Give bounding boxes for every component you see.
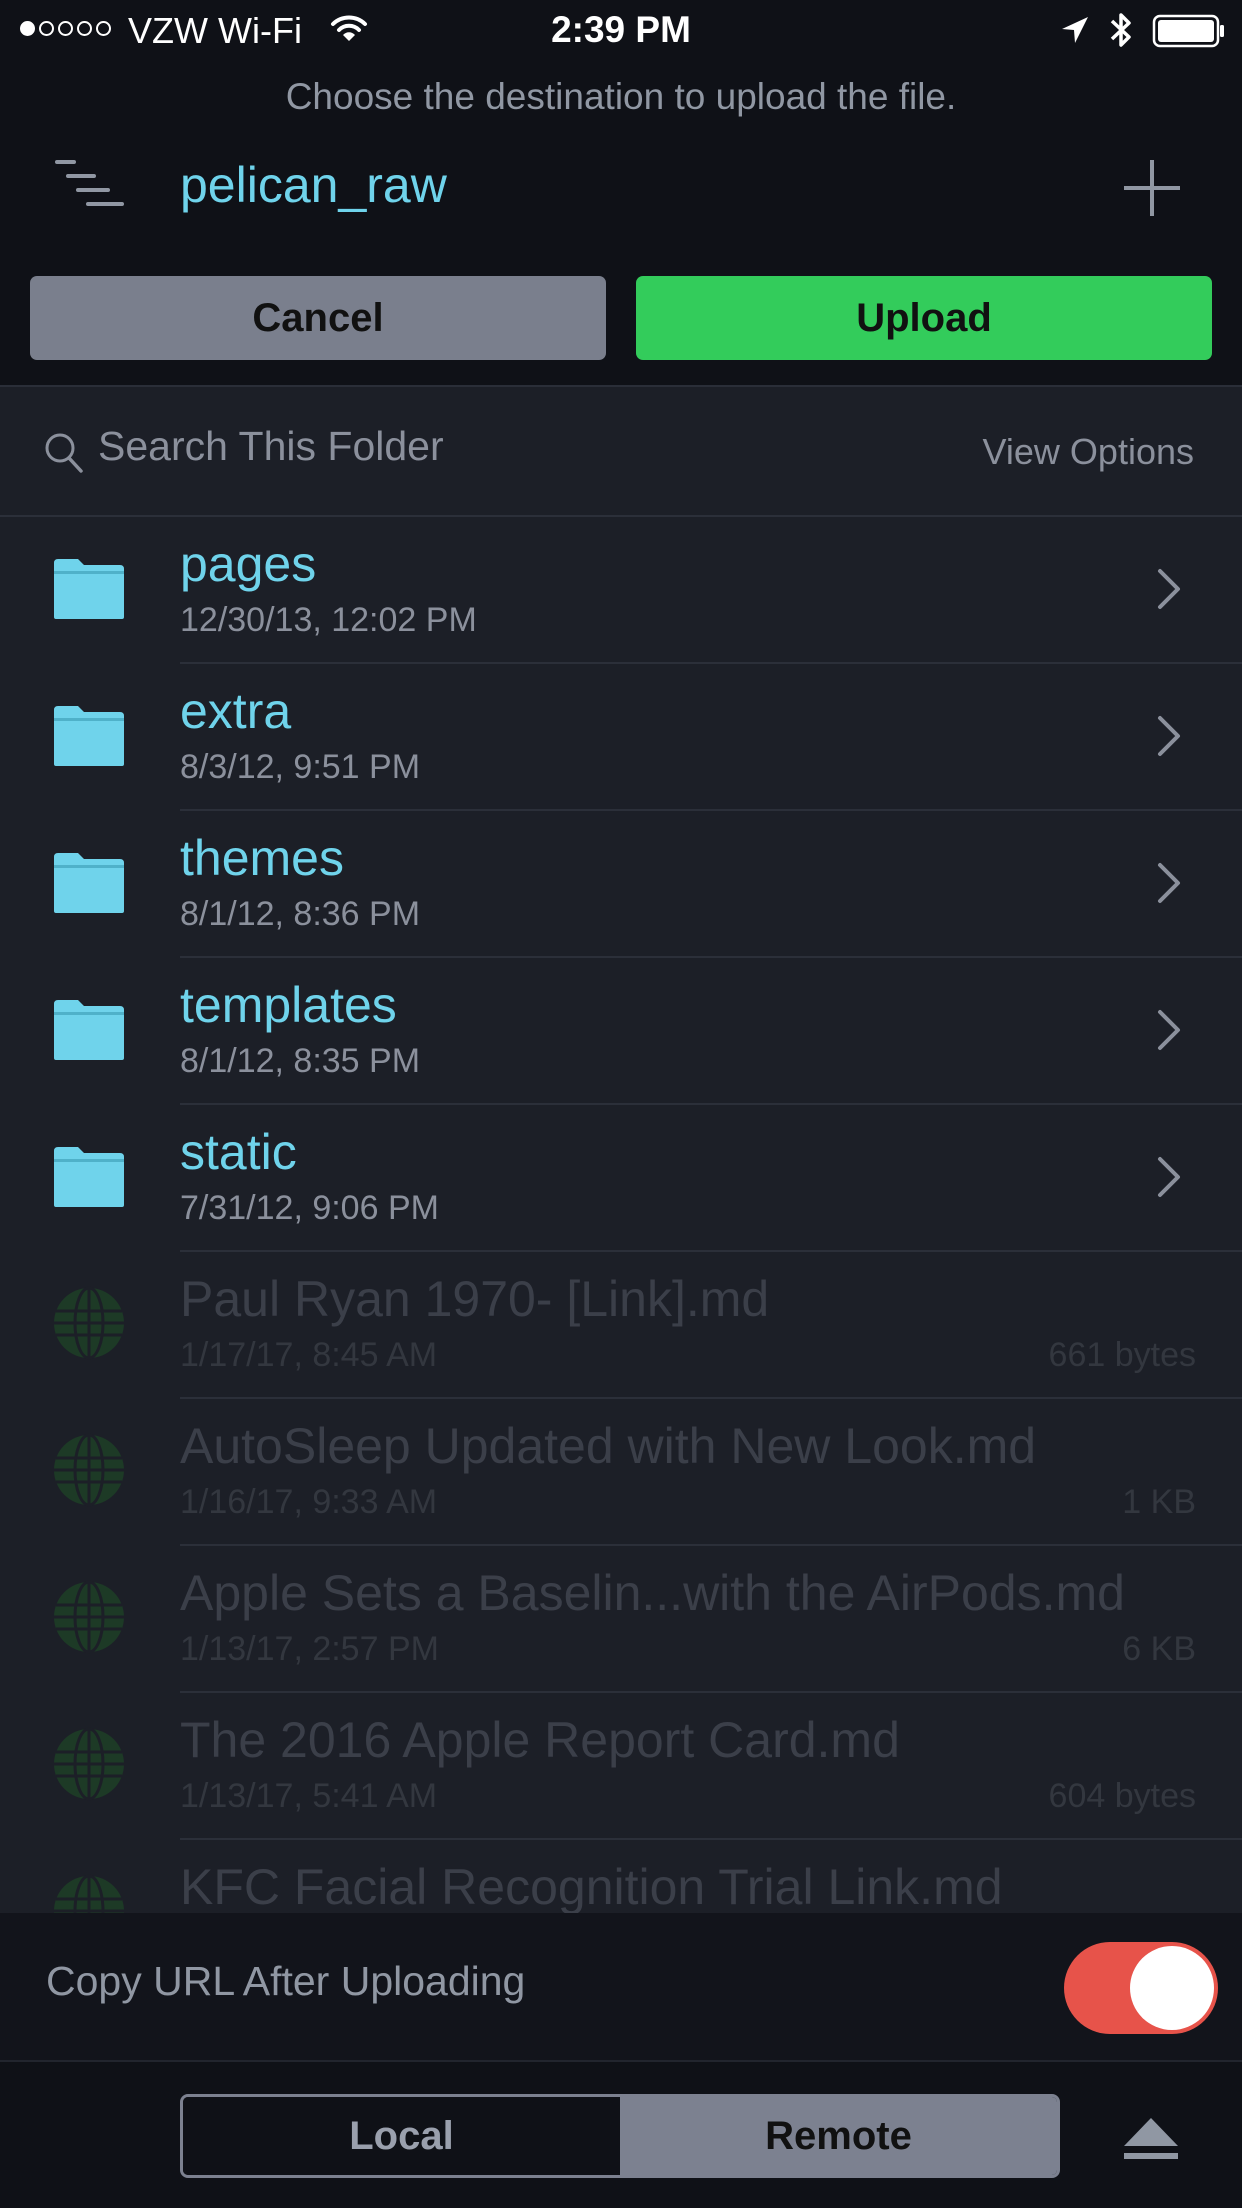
list-item[interactable]: themes 8/1/12, 8:36 PM bbox=[0, 811, 1242, 958]
chevron-right-icon bbox=[1158, 716, 1180, 756]
globe-icon bbox=[54, 1874, 124, 1913]
list-item: Paul Ryan 1970- [Link].md 1/17/17, 8:45 … bbox=[0, 1252, 1242, 1399]
item-size: 1 KB bbox=[1122, 1483, 1196, 1521]
list-item[interactable]: templates 8/1/12, 8:35 PM bbox=[0, 958, 1242, 1105]
add-folder-icon[interactable] bbox=[1118, 154, 1186, 222]
list-item: KFC Facial Recognition Trial Link.md bbox=[0, 1840, 1242, 1913]
item-name: templates bbox=[180, 977, 397, 1033]
tab-remote[interactable]: Remote bbox=[620, 2097, 1057, 2175]
search-bar: Search This Folder View Options bbox=[0, 387, 1242, 517]
folder-icon bbox=[54, 559, 124, 619]
item-name: KFC Facial Recognition Trial Link.md bbox=[180, 1859, 1003, 1913]
battery-icon bbox=[1152, 14, 1224, 48]
globe-icon bbox=[54, 1727, 124, 1801]
folder-title: pelican_raw bbox=[180, 157, 447, 213]
file-list: pages 12/30/13, 12:02 PM extra 8/3/12, 9… bbox=[0, 517, 1242, 1913]
chevron-right-icon bbox=[1158, 1010, 1180, 1050]
search-icon bbox=[45, 433, 83, 473]
item-size: 6 KB bbox=[1122, 1630, 1196, 1668]
item-name: pages bbox=[180, 536, 317, 592]
globe-icon bbox=[54, 1286, 124, 1360]
copy-url-label: Copy URL After Uploading bbox=[46, 1958, 526, 2004]
bluetooth-icon bbox=[1110, 13, 1131, 47]
item-name: Apple Sets a Baselin...with the AirPods.… bbox=[180, 1565, 1125, 1621]
item-date: 1/13/17, 5:41 AM bbox=[180, 1777, 438, 1815]
folder-list-icon[interactable] bbox=[54, 156, 124, 216]
item-name: static bbox=[180, 1124, 297, 1180]
eject-icon[interactable] bbox=[1122, 2116, 1180, 2162]
upload-button[interactable]: Upload bbox=[636, 276, 1212, 360]
item-date: 7/31/12, 9:06 PM bbox=[180, 1189, 439, 1227]
list-item: AutoSleep Updated with New Look.md 1/16/… bbox=[0, 1399, 1242, 1546]
item-date: 1/16/17, 9:33 AM bbox=[180, 1483, 438, 1521]
view-options-button[interactable]: View Options bbox=[983, 431, 1194, 473]
item-date: 8/1/12, 8:35 PM bbox=[180, 1042, 421, 1080]
location-segmented-control: Local Remote bbox=[180, 2094, 1060, 2178]
list-item[interactable]: static 7/31/12, 9:06 PM bbox=[0, 1105, 1242, 1252]
item-name: The 2016 Apple Report Card.md bbox=[180, 1712, 900, 1768]
folder-icon bbox=[54, 1000, 124, 1060]
chevron-right-icon bbox=[1158, 863, 1180, 903]
folder-icon bbox=[54, 853, 124, 913]
clock: 2:39 PM bbox=[551, 9, 691, 50]
list-item: The 2016 Apple Report Card.md 1/13/17, 5… bbox=[0, 1693, 1242, 1840]
folder-icon bbox=[54, 706, 124, 766]
cancel-button[interactable]: Cancel bbox=[30, 276, 606, 360]
copy-url-bar: Copy URL After Uploading bbox=[0, 1913, 1242, 2062]
chevron-right-icon bbox=[1158, 1157, 1180, 1197]
list-item[interactable]: extra 8/3/12, 9:51 PM bbox=[0, 664, 1242, 811]
item-name: themes bbox=[180, 830, 344, 886]
item-date: 8/3/12, 9:51 PM bbox=[180, 748, 421, 786]
item-size: 661 bytes bbox=[1048, 1336, 1196, 1374]
item-name: AutoSleep Updated with New Look.md bbox=[180, 1418, 1037, 1474]
item-date: 1/17/17, 8:45 AM bbox=[180, 1336, 438, 1374]
copy-url-toggle[interactable] bbox=[1064, 1942, 1218, 2034]
search-input[interactable]: Search This Folder bbox=[98, 423, 444, 470]
chevron-right-icon bbox=[1158, 569, 1180, 609]
item-name: extra bbox=[180, 683, 292, 739]
item-size: 604 bytes bbox=[1048, 1777, 1196, 1815]
globe-icon bbox=[54, 1580, 124, 1654]
globe-icon bbox=[54, 1433, 124, 1507]
tab-local[interactable]: Local bbox=[183, 2097, 620, 2175]
item-name: Paul Ryan 1970- [Link].md bbox=[180, 1271, 770, 1327]
toggle-knob bbox=[1130, 1946, 1214, 2030]
status-bar: VZW Wi-Fi 2:39 PM bbox=[0, 0, 1242, 62]
list-item[interactable]: pages 12/30/13, 12:02 PM bbox=[0, 517, 1242, 664]
list-item: Apple Sets a Baselin...with the AirPods.… bbox=[0, 1546, 1242, 1693]
header-area: VZW Wi-Fi 2:39 PM Choose the destination… bbox=[0, 0, 1242, 387]
bottom-bar: Local Remote bbox=[0, 2062, 1242, 2208]
folder-icon bbox=[54, 1147, 124, 1207]
item-date: 8/1/12, 8:36 PM bbox=[180, 895, 421, 933]
item-date: 12/30/13, 12:02 PM bbox=[180, 601, 477, 639]
location-arrow-icon bbox=[1062, 17, 1088, 43]
instruction-text: Choose the destination to upload the fil… bbox=[285, 76, 957, 117]
item-date: 1/13/17, 2:57 PM bbox=[180, 1630, 439, 1668]
